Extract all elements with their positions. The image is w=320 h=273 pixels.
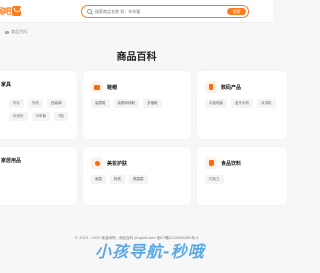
- search-icon: [87, 9, 92, 14]
- header: 网吧 搜索: [0, 0, 273, 23]
- tag[interactable]: 对讲机: [257, 99, 276, 108]
- category-title: 鞋帽: [107, 84, 118, 91]
- logo-text: 网吧: [0, 6, 12, 16]
- category-title: 家居用品: [1, 158, 22, 164]
- tag[interactable]: T恤: [54, 112, 68, 121]
- category-title: 食品饮料: [221, 160, 242, 167]
- search-bar: 搜索: [81, 5, 249, 18]
- breadcrumb-label: 商品百科: [11, 29, 27, 34]
- shirt-icon: [91, 81, 103, 93]
- tag[interactable]: 高跟鞋: [91, 99, 110, 108]
- card-header[interactable]: 家具: [1, 81, 11, 88]
- tag[interactable]: 外衣: [28, 99, 43, 108]
- tag[interactable]: 针织衫: [9, 112, 28, 121]
- category-card-shoes: 鞋帽 高跟鞋 高跟网球鞋 多福鞋: [83, 71, 191, 139]
- card-header[interactable]: 食品饮料: [205, 157, 241, 169]
- tag[interactable]: 平板电脑: [205, 99, 227, 108]
- category-card-food: 食品饮料 巧克力: [197, 147, 287, 205]
- search-input[interactable]: [95, 6, 215, 17]
- tag[interactable]: 衬衫: [9, 99, 24, 108]
- tag[interactable]: 粉底: [110, 175, 125, 184]
- card-header[interactable]: 数码产品: [205, 81, 241, 93]
- breadcrumb: 商品百科: [5, 29, 27, 35]
- card-header[interactable]: 鞋帽: [91, 81, 117, 93]
- page-title: 商品百科: [116, 52, 157, 63]
- category-card-digital: 数码产品 平板电脑 蓝牙手机 对讲机: [197, 71, 287, 139]
- tag[interactable]: 高跟网球鞋: [113, 99, 139, 108]
- category-card-beauty: 美妆护肤 面霜 粉底 眼霜霜: [83, 147, 191, 205]
- food-icon: [205, 157, 217, 169]
- category-title: 美妆护肤: [107, 160, 128, 167]
- home-icon[interactable]: [5, 30, 9, 34]
- category-card-furniture: 家具 衬衫 外衣 西装裤 针织衫 马甲裤 T恤: [0, 71, 77, 139]
- tag[interactable]: 蓝牙手机: [231, 99, 253, 108]
- tag[interactable]: 巧克力: [205, 175, 224, 184]
- category-title: 家具: [1, 82, 12, 88]
- tag[interactable]: 马甲裤: [31, 112, 50, 121]
- tag[interactable]: 西装裤: [47, 99, 66, 108]
- tag[interactable]: 眼霜霜: [129, 175, 148, 184]
- category-card-home: 家居用品: [0, 147, 77, 205]
- category-title: 数码产品: [221, 84, 242, 91]
- card-header[interactable]: 美妆护肤: [91, 157, 127, 169]
- bag-icon: [12, 6, 21, 16]
- phone-icon: [205, 81, 217, 93]
- search-button[interactable]: 搜索: [227, 8, 246, 15]
- site-logo[interactable]: 网吧: [0, 4, 26, 18]
- card-header[interactable]: 家居用品: [1, 157, 21, 164]
- tag[interactable]: 多福鞋: [143, 99, 162, 108]
- watermark: 小孩导航-秒哦: [95, 242, 205, 261]
- lipstick-icon: [91, 157, 103, 169]
- tag[interactable]: 面霜: [91, 175, 106, 184]
